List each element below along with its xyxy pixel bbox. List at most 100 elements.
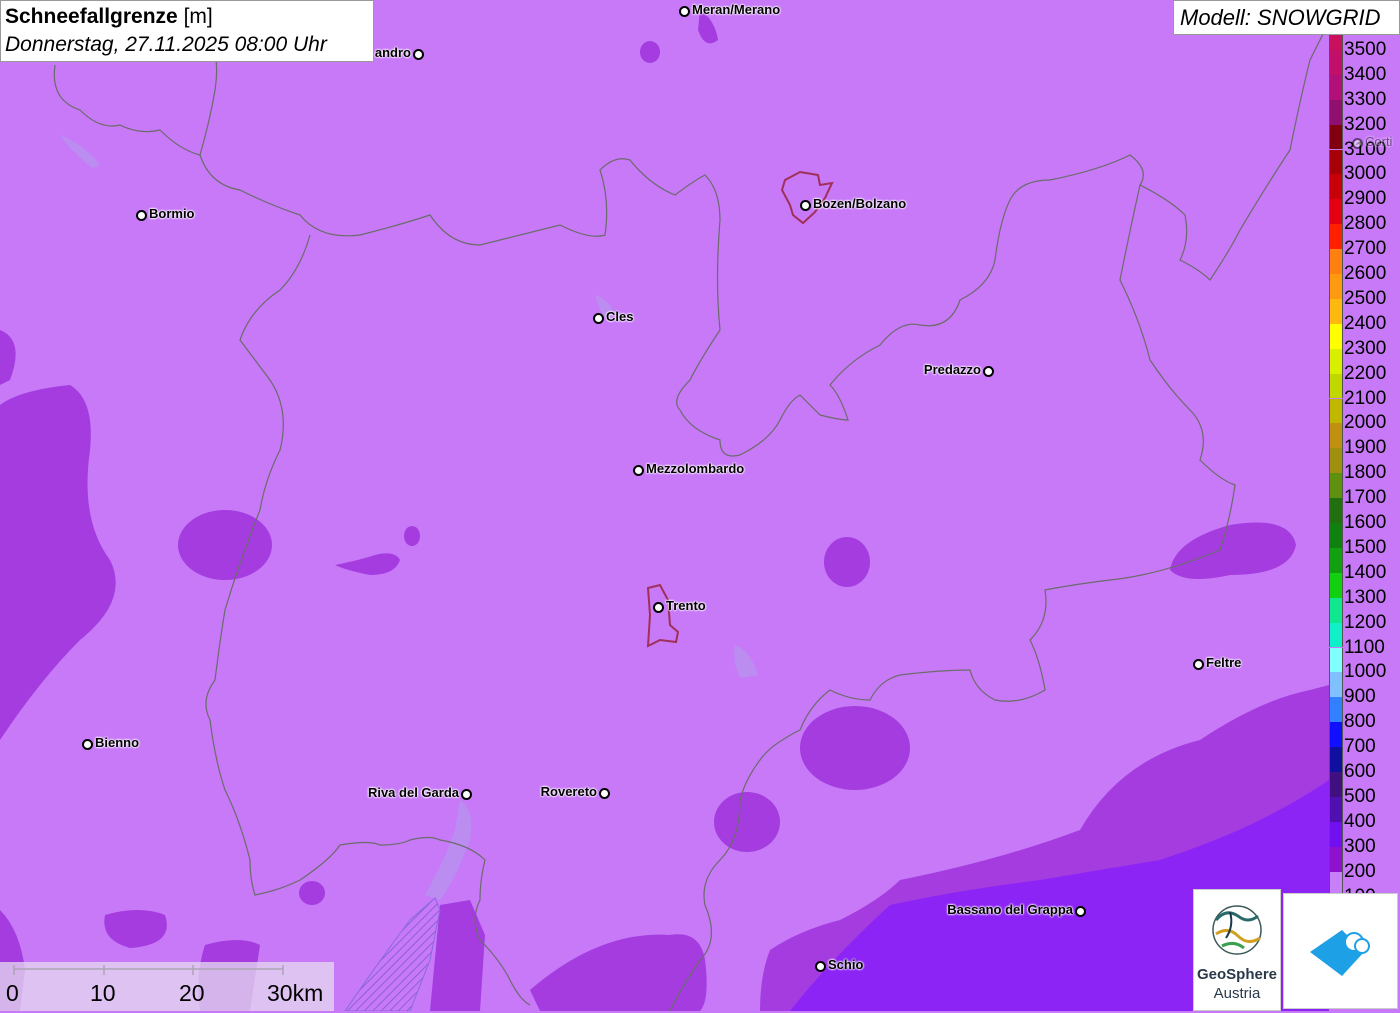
app-logo-icon	[1310, 930, 1370, 976]
legend-swatch	[1329, 174, 1343, 200]
legend-label: 2300	[1344, 337, 1387, 359]
legend-label: 1800	[1344, 462, 1387, 484]
legend-label: 800	[1344, 711, 1376, 733]
legend-label: 2600	[1344, 263, 1387, 284]
legend-swatch	[1329, 846, 1343, 872]
map-title-box: Schneefallgrenze [m] Donnerstag, 27.11.2…	[0, 0, 374, 62]
legend-swatch	[1329, 796, 1343, 822]
city-marker-icon[interactable]	[136, 210, 147, 221]
legend-swatch	[1329, 124, 1343, 150]
city-marker-icon[interactable]	[983, 366, 994, 377]
geosphere-logo-subtext: Austria	[1213, 985, 1261, 1002]
legend-swatch	[1329, 348, 1343, 374]
legend-label: 1900	[1344, 437, 1387, 459]
city-marker-icon[interactable]	[82, 739, 93, 750]
legend-swatch	[1329, 373, 1343, 399]
model-label: Modell: SNOWGRID	[1173, 0, 1400, 35]
legend-label: 1400	[1344, 561, 1387, 583]
color-legend: 3500 3400 3300 3200 3100 3000 2900 2800 2700 2600…	[1329, 35, 1400, 907]
city-label: Bozen/Bolzano	[813, 196, 907, 211]
legend-label: 3500	[1344, 38, 1387, 60]
city-marker-icon[interactable]	[461, 789, 472, 800]
city-marker-icon[interactable]	[679, 6, 690, 17]
legend-label: 2500	[1344, 287, 1387, 309]
city-marker-icon[interactable]	[1193, 659, 1204, 670]
legend-label: 3200	[1344, 113, 1387, 135]
legend-label: 1500	[1344, 536, 1387, 558]
city-marker-icon[interactable]	[593, 313, 604, 324]
city-marker-icon[interactable]	[633, 465, 644, 476]
legend-swatch	[1329, 722, 1343, 748]
legend-label: 3300	[1344, 88, 1387, 110]
legend-label: 200	[1344, 860, 1376, 882]
title-unit: [m]	[183, 5, 213, 28]
legend-label: 2900	[1344, 188, 1387, 210]
legend-swatch	[1329, 672, 1343, 698]
city-label: Cles	[606, 309, 634, 324]
legend-label: 400	[1344, 810, 1376, 832]
scale-label-10: 10	[90, 980, 116, 1006]
legend-swatch	[1329, 149, 1343, 175]
city-label: Bienno	[95, 735, 140, 750]
city-label: Predazzo	[923, 362, 981, 377]
legend-label: 3000	[1344, 163, 1387, 185]
legend-swatch	[1329, 622, 1343, 648]
city-marker-icon[interactable]	[815, 961, 826, 972]
legend-label: 700	[1344, 736, 1376, 758]
city-marker-icon[interactable]	[599, 788, 610, 799]
legend-swatch	[1329, 323, 1343, 349]
city-marker-icon[interactable]	[653, 602, 664, 613]
city-label: Bassano del Grappa	[947, 902, 1073, 917]
legend-label: 1600	[1344, 512, 1387, 533]
legend-label: 300	[1344, 835, 1376, 857]
legend-swatch	[1329, 99, 1343, 125]
city-marker-icon[interactable]	[1075, 906, 1086, 917]
legend-label: 500	[1344, 785, 1376, 807]
legend-swatch	[1329, 448, 1343, 474]
legend-swatch	[1329, 298, 1343, 324]
scale-label-0: 0	[6, 980, 19, 1006]
legend-swatch	[1329, 249, 1343, 274]
geosphere-logo[interactable]: GeoSphere Austria	[1193, 889, 1281, 1011]
legend-swatch	[1329, 274, 1343, 299]
legend-label: 2700	[1344, 238, 1387, 260]
legend-label: 1100	[1344, 636, 1385, 658]
legend-label: 2800	[1344, 213, 1387, 235]
city-label: Riva del Garda	[367, 785, 459, 800]
city-label: Mezzolombardo	[646, 461, 745, 476]
legend-label: 600	[1344, 761, 1376, 782]
legend-label: 2400	[1344, 312, 1387, 334]
app-logo[interactable]	[1283, 893, 1398, 1009]
legend-swatch	[1329, 35, 1343, 50]
legend-swatch	[1329, 49, 1343, 75]
city-marker-icon[interactable]	[800, 200, 811, 211]
city-label: andro	[374, 45, 411, 60]
legend-swatch	[1329, 423, 1343, 449]
city-marker-icon[interactable]	[1352, 138, 1363, 149]
legend-swatch	[1329, 772, 1343, 797]
legend-swatch	[1329, 398, 1343, 424]
snowfall-limit-map[interactable]	[0, 0, 1400, 1011]
city-label: Rovereto	[540, 784, 597, 799]
legend-swatch	[1329, 647, 1343, 673]
legend-swatch	[1329, 697, 1343, 723]
scale-label-20: 20	[179, 980, 205, 1006]
legend-swatch	[1329, 547, 1343, 573]
legend-label: 1300	[1344, 586, 1387, 608]
city-label: Schio	[828, 957, 864, 972]
city-label: Corti	[1365, 134, 1393, 149]
city-marker-icon[interactable]	[413, 49, 424, 60]
scale-bar: 0 10 20 30km	[0, 962, 334, 1011]
legend-swatch	[1329, 572, 1343, 598]
title-text: Schneefallgrenze	[5, 5, 178, 28]
city-label: Meran/Merano	[692, 2, 781, 17]
legend-swatch	[1329, 597, 1343, 623]
legend-label: 1700	[1344, 487, 1387, 509]
legend-label: 900	[1344, 686, 1376, 708]
geosphere-logo-icon	[1212, 905, 1262, 955]
legend-swatch	[1329, 224, 1343, 250]
map-datetime: Donnerstag, 27.11.2025 08:00 Uhr	[5, 33, 327, 56]
legend-swatch	[1329, 747, 1343, 772]
legend-swatch	[1329, 821, 1343, 847]
legend-swatch	[1329, 523, 1343, 548]
